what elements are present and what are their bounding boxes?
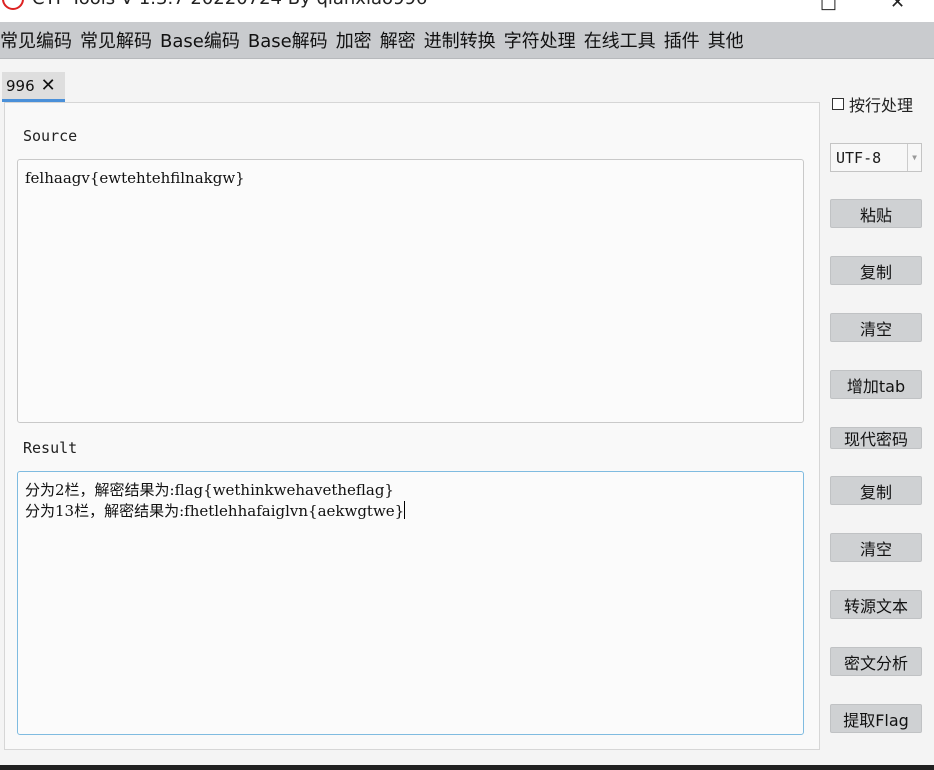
clear-result-button[interactable]: 清空 xyxy=(830,533,922,562)
tab-996[interactable]: 996 ✕ xyxy=(2,72,65,102)
menu-common-decode[interactable]: 常见解码 xyxy=(76,27,156,53)
menu-online-tools[interactable]: 在线工具 xyxy=(580,27,660,53)
text-caret xyxy=(404,501,406,519)
menu-decrypt[interactable]: 解密 xyxy=(376,27,420,53)
app-logo-icon xyxy=(2,0,24,10)
menu-other[interactable]: 其他 xyxy=(704,27,748,53)
copy-source-button[interactable]: 复制 xyxy=(830,256,922,285)
taskbar xyxy=(0,765,934,770)
tab-label: 996 xyxy=(6,76,35,95)
to-source-button[interactable]: 转源文本 xyxy=(830,590,922,619)
chevron-down-icon: ▼ xyxy=(907,144,921,171)
close-window-button[interactable]: ✕ xyxy=(890,0,905,13)
copy-result-button[interactable]: 复制 xyxy=(830,476,922,505)
result-line-2: 分为13栏，解密结果为:fhetlehhafaiglvn{aekwgtwe} xyxy=(25,502,405,520)
menu-radix-convert[interactable]: 进制转换 xyxy=(420,27,500,53)
cipher-analysis-button[interactable]: 密文分析 xyxy=(830,647,922,676)
source-label: Source xyxy=(23,127,78,145)
menu-common-encode[interactable]: 常见编码 xyxy=(0,27,76,53)
menu-base-encode[interactable]: Base编码 xyxy=(156,27,244,53)
menu-string-process[interactable]: 字符处理 xyxy=(500,27,580,53)
encoding-value: UTF-8 xyxy=(836,148,882,167)
source-textarea[interactable]: felhaagv{ewtehtehfilnakgw} xyxy=(17,159,804,423)
result-line-1: 分为2栏，解密结果为:flag{wethinkwehavetheflag} xyxy=(25,481,394,499)
maximize-button[interactable]: □ xyxy=(820,0,837,13)
encoding-select[interactable]: UTF-8 ▼ xyxy=(830,143,922,172)
modern-crypto-button[interactable]: 现代密码 xyxy=(830,427,922,449)
add-tab-button[interactable]: 增加tab xyxy=(830,370,922,399)
menu-plugins[interactable]: 插件 xyxy=(660,27,704,53)
main-panel: Source felhaagv{ewtehtehfilnakgw} Result… xyxy=(4,102,820,750)
menu-bar: 常见编码 常见解码 Base编码 Base解码 加密 解密 进制转换 字符处理 … xyxy=(0,22,934,59)
extract-flag-button[interactable]: 提取Flag xyxy=(830,704,922,733)
window-title: CTF-Tools V 1.3.7 20220724 By qianxiao99… xyxy=(0,0,427,10)
result-label: Result xyxy=(23,439,78,457)
menu-encrypt[interactable]: 加密 xyxy=(332,27,376,53)
title-bar: CTF-Tools V 1.3.7 20220724 By qianxiao99… xyxy=(0,0,934,22)
checkbox-box-icon xyxy=(832,98,844,110)
tab-close-icon[interactable]: ✕ xyxy=(41,76,56,95)
menu-base-decode[interactable]: Base解码 xyxy=(244,27,332,53)
result-textarea[interactable]: 分为2栏，解密结果为:flag{wethinkwehavetheflag} 分为… xyxy=(17,471,804,735)
paste-button[interactable]: 粘贴 xyxy=(830,199,922,228)
line-mode-checkbox[interactable]: 按行处理 xyxy=(832,92,913,116)
line-mode-label: 按行处理 xyxy=(849,96,914,115)
clear-source-button[interactable]: 清空 xyxy=(830,313,922,342)
